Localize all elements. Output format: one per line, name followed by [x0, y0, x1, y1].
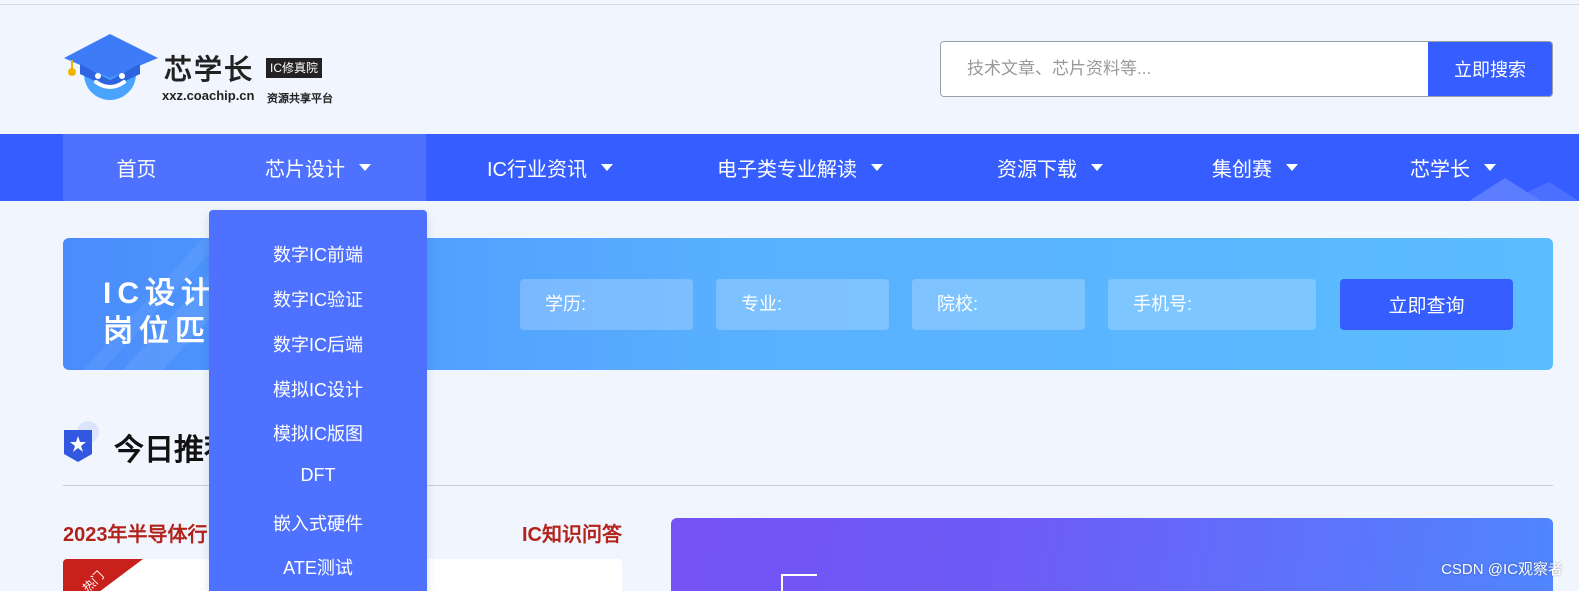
top-border	[0, 4, 1579, 5]
nav-item-home[interactable]: 首页	[63, 134, 210, 201]
logo-title: 芯学长	[164, 54, 255, 85]
nav-item-chip-design[interactable]: 芯片设计	[210, 134, 426, 201]
query-button[interactable]: 立即查询	[1340, 279, 1513, 330]
caret-down-icon	[1484, 164, 1496, 171]
nav-label: IC行业资讯	[487, 159, 587, 181]
nav-decoration	[1469, 178, 1579, 201]
logo-badge: IC修真院	[266, 58, 323, 78]
nav-label: 集创赛	[1212, 159, 1272, 181]
caret-down-icon	[871, 164, 883, 171]
dropdown-item-analog-design[interactable]: 模拟IC设计	[209, 376, 427, 402]
search-bar: 立即搜索	[940, 41, 1553, 97]
caret-down-icon	[601, 164, 613, 171]
phone-field[interactable]: 手机号:	[1108, 279, 1316, 330]
search-input[interactable]	[941, 42, 1430, 96]
main-nav: 首页 芯片设计 IC行业资讯 电子类专业解读 资源下载 集创赛 芯学长	[0, 134, 1579, 201]
news-heading-right[interactable]: IC知识问答	[522, 518, 622, 547]
dropdown-item-embedded-hardware[interactable]: 嵌入式硬件	[209, 510, 427, 536]
nav-label: 芯学长	[1410, 159, 1470, 181]
news-heading-left[interactable]: 2023年半导体行	[63, 518, 208, 547]
education-field[interactable]: 学历:	[520, 279, 693, 330]
dropdown-item-analog-layout[interactable]: 模拟IC版图	[209, 420, 427, 446]
logo-tagline: 资源共享平台	[267, 93, 333, 105]
caret-down-icon	[1091, 164, 1103, 171]
star-badge-icon	[64, 421, 99, 462]
search-button[interactable]: 立即搜索	[1428, 42, 1552, 96]
dropdown-item-digital-backend[interactable]: 数字IC后端	[209, 331, 427, 357]
nav-label: 首页	[116, 159, 157, 181]
dropdown-item-dft[interactable]: DFT	[209, 465, 427, 486]
nav-item-competition[interactable]: 集创赛	[1195, 134, 1315, 201]
nav-item-major-guide[interactable]: 电子类专业解读	[700, 134, 900, 201]
major-field[interactable]: 专业:	[716, 279, 889, 330]
caret-down-icon	[1286, 164, 1298, 171]
nav-label: 芯片设计	[265, 159, 345, 181]
graduation-cap-icon	[64, 34, 158, 100]
nav-item-ic-news[interactable]: IC行业资讯	[460, 134, 640, 201]
site-logo[interactable]: 芯学长 IC修真院 xxz.coachip.cn 资源共享平台	[62, 30, 362, 110]
nav-item-downloads[interactable]: 资源下载	[975, 134, 1125, 201]
nav-label: 电子类专业解读	[717, 159, 857, 181]
nav-label: 资源下载	[997, 159, 1077, 181]
school-field[interactable]: 院校:	[912, 279, 1085, 330]
promo-banner[interactable]	[671, 518, 1553, 591]
caret-down-icon	[359, 164, 371, 171]
dropdown-item-digital-verification[interactable]: 数字IC验证	[209, 286, 427, 312]
dropdown-item-digital-frontend[interactable]: 数字IC前端	[209, 241, 427, 267]
promo-corner-decoration	[781, 574, 817, 591]
logo-domain: xxz.coachip.cn	[162, 88, 255, 103]
chip-design-dropdown: 数字IC前端 数字IC验证 数字IC后端 模拟IC设计 模拟IC版图 DFT 嵌…	[209, 210, 427, 591]
dropdown-item-ate-test[interactable]: ATE测试	[209, 554, 427, 580]
watermark: CSDN @IC观察者	[1441, 561, 1563, 578]
